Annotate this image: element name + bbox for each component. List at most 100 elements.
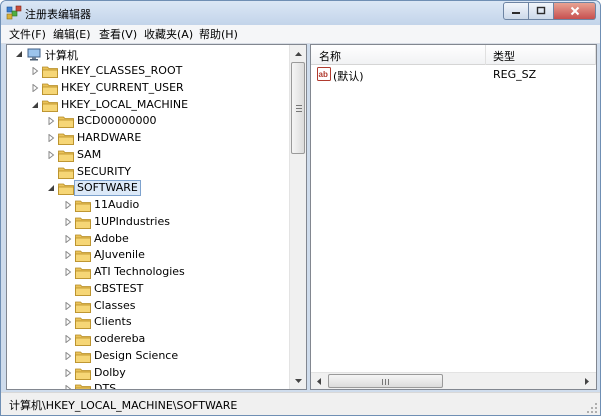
tree-item-label: DTS xyxy=(94,382,117,390)
column-header-type[interactable]: 类型 xyxy=(493,48,515,64)
tree-item[interactable]: HKEY_LOCAL_MACHINE xyxy=(7,97,290,113)
collapsed-arrow-icon[interactable] xyxy=(47,150,55,159)
resize-grip-icon[interactable] xyxy=(586,402,598,414)
grip-line xyxy=(388,379,389,385)
collapsed-arrow-icon[interactable] xyxy=(64,368,72,377)
tree-vertical-scrollbar[interactable] xyxy=(289,45,306,389)
tree-item-label: HARDWARE xyxy=(77,131,142,144)
menu-file[interactable]: 文件(F) xyxy=(9,27,46,42)
close-button[interactable] xyxy=(554,2,596,20)
collapsed-arrow-icon[interactable] xyxy=(64,335,72,343)
status-path: 计算机\HKEY_LOCAL_MACHINE\SOFTWARE xyxy=(9,399,238,412)
tree-item-label: Adobe xyxy=(94,231,129,245)
expanded-arrow-icon[interactable] xyxy=(31,101,39,109)
tree-item[interactable]: SOFTWARE xyxy=(7,180,290,197)
collapsed-arrow-icon[interactable] xyxy=(64,385,72,390)
menu-favorites[interactable]: 收藏夹(A) xyxy=(144,27,193,42)
column-header-name[interactable]: 名称 xyxy=(319,48,341,64)
minimize-button[interactable] xyxy=(503,2,529,20)
folder-icon xyxy=(75,351,91,363)
tree-item-label: AJuvenile xyxy=(94,248,145,262)
collapsed-arrow-icon[interactable] xyxy=(64,201,72,209)
collapsed-arrow-icon[interactable] xyxy=(47,134,55,142)
tree-scroll-thumb[interactable] xyxy=(291,62,305,154)
folder-icon xyxy=(75,234,91,246)
list-item[interactable]: ab (默认) REG_SZ xyxy=(311,66,596,83)
registry-app-icon xyxy=(6,5,22,20)
tree-item-label: Classes xyxy=(94,298,136,312)
minimize-icon xyxy=(512,12,520,14)
tree-item[interactable]: 1UPIndustries xyxy=(7,214,290,230)
expanded-arrow-icon[interactable] xyxy=(47,184,55,192)
tree-item[interactable]: Design Science xyxy=(7,348,290,364)
collapsed-arrow-icon[interactable] xyxy=(64,268,72,276)
regedit-window: 注册表编辑器 文件(F) 编辑(E) 查看(V) 收藏夹(A) 帮助(H) 计算… xyxy=(0,0,601,416)
tree-item[interactable]: DTS xyxy=(7,381,290,390)
collapsed-arrow-icon[interactable] xyxy=(64,234,72,243)
tree-item-label: 11Audio xyxy=(94,198,140,211)
menu-help[interactable]: 帮助(H) xyxy=(199,27,238,42)
tree-item[interactable]: Classes xyxy=(7,298,290,314)
tree-item-label: BCD00000000 xyxy=(77,114,157,128)
tree-root-computer[interactable]: 计算机 xyxy=(7,46,290,62)
folder-icon xyxy=(58,133,74,145)
svg-text:ab: ab xyxy=(319,70,328,79)
status-bar: 计算机\HKEY_LOCAL_MACHINE\SOFTWARE xyxy=(1,392,600,415)
tree-item-label: ATI Technologies xyxy=(94,265,185,278)
values-list[interactable]: 名称 类型 ab (默认) REG_SZ xyxy=(310,44,597,390)
registry-tree[interactable]: 计算机 HKEY_CLASSES_ROOT HKEY_CURRENT_USER HK… xyxy=(6,44,307,390)
folder-icon xyxy=(75,301,91,313)
grip-line xyxy=(296,105,302,106)
tree-item[interactable]: AJuvenile xyxy=(7,247,290,263)
collapsed-arrow-icon[interactable] xyxy=(64,301,72,310)
column-separator[interactable] xyxy=(485,45,486,65)
collapsed-arrow-icon[interactable] xyxy=(64,318,72,327)
string-value-icon: ab xyxy=(317,67,331,81)
menu-edit[interactable]: 编辑(E) xyxy=(53,27,91,42)
grip-line xyxy=(296,111,302,112)
tree-item[interactable]: BCD00000000 xyxy=(7,113,290,129)
tree-item[interactable]: Adobe xyxy=(7,231,290,247)
tree-item[interactable]: HARDWARE xyxy=(7,130,290,146)
scroll-up-icon xyxy=(294,51,302,56)
tree-item[interactable]: 11Audio xyxy=(7,197,290,213)
maximize-icon xyxy=(536,6,546,15)
tree-item[interactable]: HKEY_CLASSES_ROOT xyxy=(7,63,290,79)
collapsed-arrow-icon[interactable] xyxy=(31,83,39,92)
tree-item[interactable]: Clients xyxy=(7,314,290,330)
tree-item-label: Clients xyxy=(94,315,132,329)
folder-icon xyxy=(75,284,91,296)
folder-icon xyxy=(75,334,91,346)
maximize-button[interactable] xyxy=(529,2,554,20)
collapsed-arrow-icon[interactable] xyxy=(47,117,55,126)
column-separator[interactable] xyxy=(595,45,596,65)
grip-line xyxy=(382,379,383,385)
scroll-down-button[interactable] xyxy=(290,372,306,389)
tree-item[interactable]: HKEY_CURRENT_USER xyxy=(7,80,290,96)
scroll-left-button[interactable] xyxy=(311,373,327,389)
collapsed-arrow-icon[interactable] xyxy=(64,351,72,360)
tree-item[interactable]: SECURITY xyxy=(7,164,290,180)
value-type: REG_SZ xyxy=(493,68,537,81)
tree-item[interactable]: ATI Technologies xyxy=(7,264,290,280)
folder-icon xyxy=(42,100,58,112)
tree-item[interactable]: Dolby xyxy=(7,365,290,381)
scroll-right-button[interactable] xyxy=(579,373,595,389)
scroll-up-button[interactable] xyxy=(290,45,306,62)
list-horizontal-scrollbar[interactable] xyxy=(311,372,596,389)
title-bar: 注册表编辑器 xyxy=(1,1,600,25)
collapsed-arrow-icon[interactable] xyxy=(31,67,39,75)
tree-item[interactable]: CBSTEST xyxy=(7,281,290,297)
tree-item[interactable]: SAM xyxy=(7,147,290,163)
folder-icon xyxy=(58,116,74,129)
folder-icon xyxy=(75,267,91,279)
window-title: 注册表编辑器 xyxy=(25,8,91,21)
grip-line xyxy=(296,108,302,109)
value-name: (默认) xyxy=(333,70,364,83)
tree-item[interactable]: codereba xyxy=(7,331,290,347)
collapsed-arrow-icon[interactable] xyxy=(64,217,72,226)
collapsed-arrow-icon[interactable] xyxy=(64,251,72,260)
list-scroll-thumb[interactable] xyxy=(328,374,443,388)
tree-root-label: 计算机 xyxy=(45,49,78,62)
menu-view[interactable]: 查看(V) xyxy=(99,27,137,42)
